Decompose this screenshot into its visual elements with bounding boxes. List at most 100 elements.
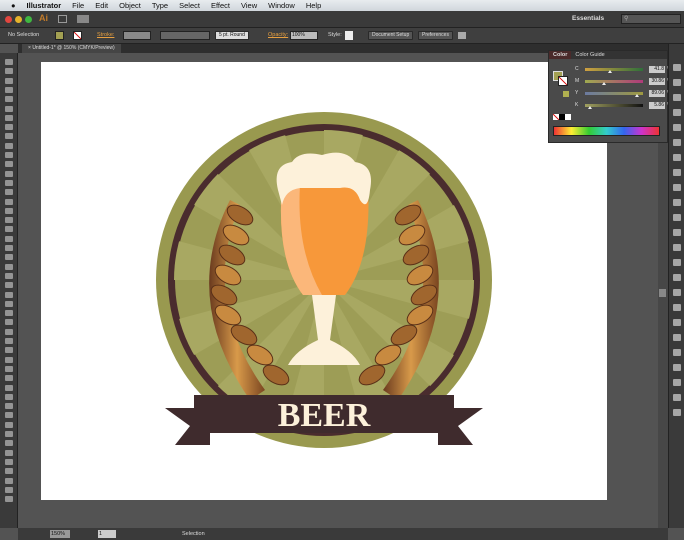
panel-icon[interactable]	[673, 139, 681, 146]
tool-icon[interactable]	[5, 458, 13, 465]
slider-y[interactable]: Y89.06%	[575, 89, 671, 97]
menu-effect[interactable]: Effect	[211, 1, 230, 10]
tool-icon[interactable]	[5, 245, 13, 251]
channel-value[interactable]: 5.86	[649, 101, 665, 109]
stroke-weight-input[interactable]	[123, 31, 151, 40]
zoom-window-button[interactable]	[25, 16, 32, 23]
bridge-icon[interactable]	[58, 15, 67, 23]
tool-icon[interactable]	[5, 114, 13, 121]
menu-view[interactable]: View	[241, 1, 257, 10]
tool-icon[interactable]	[5, 189, 13, 196]
zoom-level-input[interactable]: 150%	[50, 530, 70, 538]
channel-value[interactable]: 30.86	[649, 77, 665, 85]
tool-icon[interactable]	[5, 217, 13, 224]
tool-icon[interactable]	[5, 96, 13, 103]
slider-k[interactable]: K5.86%	[575, 101, 671, 109]
tool-icon[interactable]	[5, 105, 13, 112]
panel-icon[interactable]	[673, 319, 681, 326]
panel-icon[interactable]	[673, 214, 681, 221]
tool-icon[interactable]	[5, 431, 13, 437]
panel-icon[interactable]	[673, 379, 681, 386]
menu-select[interactable]: Select	[179, 1, 200, 10]
channel-value[interactable]: 89.06	[649, 89, 665, 97]
tool-icon[interactable]	[5, 375, 13, 382]
panel-icon[interactable]	[673, 229, 681, 236]
panel-icon[interactable]	[673, 304, 681, 311]
tool-icon[interactable]	[5, 77, 13, 84]
tool-icon[interactable]	[5, 300, 13, 307]
menu-edit[interactable]: Edit	[95, 1, 108, 10]
tool-icon[interactable]	[5, 272, 13, 279]
menu-file[interactable]: File	[72, 1, 84, 10]
tool-icon[interactable]	[5, 142, 13, 149]
panel-icon[interactable]	[673, 94, 681, 101]
stroke-label[interactable]: Stroke:	[97, 32, 114, 38]
vertical-scrollbar-thumb[interactable]	[659, 289, 666, 297]
slider-track[interactable]	[585, 103, 643, 109]
tool-icon[interactable]	[5, 496, 13, 503]
tool-icon[interactable]	[5, 421, 13, 428]
document-tab[interactable]: × Untitled-1* @ 150% (CMYK/Preview)	[22, 44, 121, 53]
tool-icon[interactable]	[5, 68, 13, 75]
panel-icon[interactable]	[673, 289, 681, 296]
tool-icon[interactable]	[5, 319, 13, 326]
tool-icon[interactable]	[5, 412, 13, 419]
fill-swatch[interactable]	[55, 31, 64, 40]
slider-track[interactable]	[585, 91, 643, 97]
slider-handle[interactable]	[608, 69, 613, 73]
graphic-style-swatch[interactable]	[345, 31, 353, 40]
tool-icon[interactable]	[5, 86, 13, 93]
artboard-number-input[interactable]: 1	[98, 530, 116, 538]
tool-icon[interactable]	[5, 338, 13, 344]
tool-icon[interactable]	[5, 291, 13, 298]
panel-icon[interactable]	[673, 244, 681, 251]
tool-icon[interactable]	[5, 207, 13, 214]
tab-color-guide[interactable]: Color Guide	[571, 51, 608, 59]
variable-width-profile[interactable]	[160, 31, 210, 40]
tool-icon[interactable]	[5, 152, 13, 158]
channel-value[interactable]: 41.8	[649, 65, 665, 73]
tool-icon[interactable]	[5, 59, 13, 65]
panel-icon[interactable]	[673, 259, 681, 266]
tool-icon[interactable]	[5, 449, 13, 456]
current-tool-status[interactable]: Selection	[182, 531, 205, 537]
panel-icon[interactable]	[673, 394, 681, 401]
panel-icon[interactable]	[673, 169, 681, 176]
tool-icon[interactable]	[5, 365, 13, 372]
document-setup-button[interactable]: Document Setup	[368, 31, 414, 40]
search-input[interactable]: ⚲	[621, 14, 681, 24]
tool-icon[interactable]	[5, 356, 13, 363]
slider-handle[interactable]	[588, 105, 593, 109]
brush-definition[interactable]: 5 pt. Round	[215, 31, 249, 40]
stroke-color-swatch[interactable]	[558, 76, 568, 86]
menu-window[interactable]: Window	[268, 1, 295, 10]
opacity-label[interactable]: Opacity:	[268, 32, 288, 38]
menu-object[interactable]: Object	[119, 1, 141, 10]
stroke-swatch[interactable]	[73, 31, 82, 40]
slider-handle[interactable]	[634, 93, 639, 97]
panel-icon[interactable]	[673, 184, 681, 191]
menu-illustrator[interactable]: Illustrator	[27, 1, 62, 10]
tool-icon[interactable]	[5, 161, 13, 168]
panel-icon[interactable]	[673, 109, 681, 116]
artboard[interactable]: BEER	[41, 62, 607, 500]
tool-icon[interactable]	[5, 170, 13, 177]
tool-icon[interactable]	[5, 384, 13, 391]
color-spectrum[interactable]	[553, 126, 660, 136]
tool-icon[interactable]	[5, 403, 13, 410]
tool-icon[interactable]	[5, 133, 13, 140]
preferences-button[interactable]: Preferences	[418, 31, 453, 40]
panel-icon[interactable]	[673, 124, 681, 131]
gamut-swatch[interactable]	[563, 91, 569, 97]
tool-icon[interactable]	[5, 328, 13, 335]
align-icon[interactable]	[458, 32, 466, 39]
tool-icon[interactable]	[5, 179, 13, 186]
slider-track[interactable]	[585, 67, 643, 73]
tool-icon[interactable]	[5, 254, 13, 261]
tool-icon[interactable]	[5, 477, 13, 484]
workspace-switcher[interactable]: Essentials	[572, 15, 604, 22]
tool-icon[interactable]	[5, 347, 13, 354]
panel-icon[interactable]	[673, 364, 681, 371]
tool-icon[interactable]	[5, 226, 13, 233]
panel-icon[interactable]	[673, 334, 681, 341]
